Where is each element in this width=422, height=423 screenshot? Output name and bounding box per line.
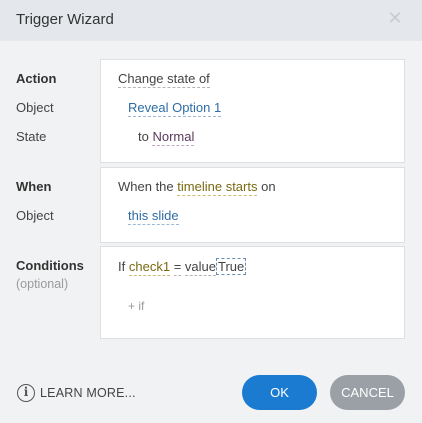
object-label: Object xyxy=(16,100,54,115)
close-icon[interactable]: ✕ xyxy=(386,9,404,27)
if-text: If xyxy=(118,259,126,274)
action-selector[interactable]: Change state of xyxy=(118,71,210,88)
state-selector[interactable]: Normal xyxy=(152,129,195,146)
trigger-wizard-dialog: Trigger Wizard ✕ Action Object State Cha… xyxy=(0,0,422,423)
object-selector[interactable]: Reveal Option 1 xyxy=(128,100,222,117)
when-suffix-text: on xyxy=(261,179,276,194)
ok-button[interactable]: OK xyxy=(242,375,317,410)
variable-selector[interactable]: check1 xyxy=(128,259,171,276)
conditions-optional-label: (optional) xyxy=(16,277,69,291)
value-type-selector[interactable]: value xyxy=(184,259,216,276)
conditions-panel: If check1 = value True + if xyxy=(100,246,405,339)
when-object-label: Object xyxy=(16,208,54,223)
dialog-body: Action Object State Change state of Reve… xyxy=(0,41,422,354)
dialog-footer: i LEARN MORE... OK CANCEL xyxy=(0,354,422,423)
info-icon[interactable]: i xyxy=(17,384,35,402)
when-prefix-text: When the xyxy=(118,179,174,194)
cancel-button[interactable]: CANCEL xyxy=(330,375,405,410)
to-text: to xyxy=(138,129,149,144)
action-label: Action xyxy=(16,71,57,86)
dialog-title: Trigger Wizard xyxy=(16,11,114,28)
value-field[interactable]: True xyxy=(215,258,247,275)
title-bar: Trigger Wizard ✕ xyxy=(0,0,422,41)
add-condition-button[interactable]: + if xyxy=(128,299,144,313)
operator-selector[interactable]: = xyxy=(173,259,182,276)
conditions-label: Conditions xyxy=(16,258,84,273)
event-selector[interactable]: timeline starts xyxy=(177,179,258,196)
state-label: State xyxy=(16,129,47,144)
learn-more-link[interactable]: LEARN MORE... xyxy=(40,386,136,400)
when-panel: When the timeline starts on this slide xyxy=(100,167,405,243)
when-object-selector[interactable]: this slide xyxy=(128,208,179,225)
when-label: When xyxy=(16,179,52,194)
action-panel: Change state of Reveal Option 1 to Norma… xyxy=(100,59,405,163)
